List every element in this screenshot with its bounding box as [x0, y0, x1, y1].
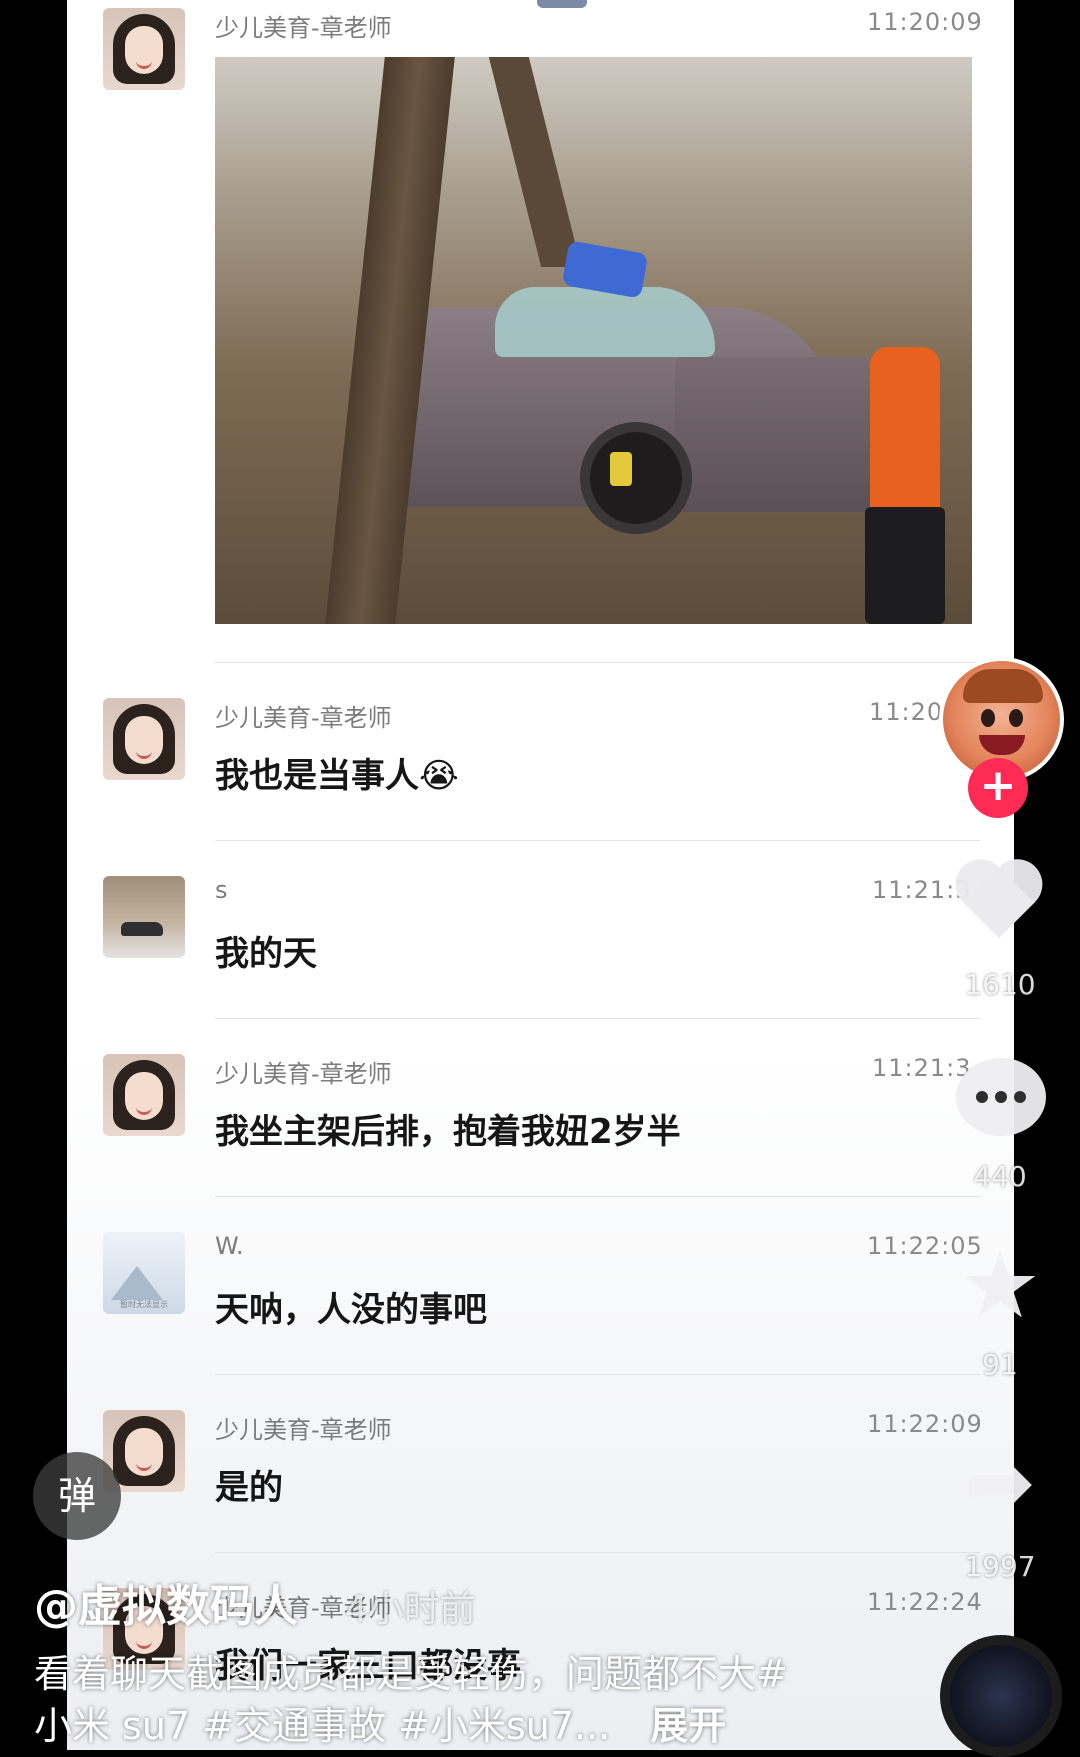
share-count: 1997: [964, 1550, 1036, 1583]
post-time: · 4小时前: [322, 1589, 476, 1630]
comment-count: 440: [973, 1160, 1027, 1193]
favorite-count: 91: [982, 1348, 1018, 1381]
message-time: 11:21:3: [872, 1054, 972, 1082]
sender-name: 少儿美育-章老师: [215, 704, 392, 732]
sender-name: 少儿美育-章老师: [215, 1060, 392, 1088]
message-time: 11:22:24: [867, 1588, 983, 1616]
sender-name: 少儿美育-章老师: [215, 14, 392, 42]
expand-button[interactable]: 展开: [650, 1704, 726, 1748]
avatar: [103, 876, 185, 958]
favorite-star-icon[interactable]: ★: [955, 1240, 1045, 1332]
status-sliver: [537, 0, 587, 8]
avatar: [103, 1054, 185, 1136]
message-text: 我的天: [215, 934, 317, 974]
avatar: [103, 698, 185, 780]
message-text: 我坐主架后排，抱着我妞2岁半: [215, 1112, 681, 1152]
message-text: 我也是当事人😭: [215, 756, 459, 796]
divider: [215, 1552, 980, 1553]
like-count: 1610: [964, 968, 1036, 1001]
avatar: [103, 8, 185, 90]
sender-name: W.: [215, 1232, 244, 1260]
comment-bubble-icon[interactable]: [956, 1058, 1046, 1136]
message-time: 11:20: [869, 698, 944, 726]
sender-name: s: [215, 876, 228, 904]
share-arrow-icon[interactable]: ➦: [955, 1440, 1045, 1526]
video-caption: 看着聊天截图成员都是受轻伤，问题都不大#小米 su7 #交通事故 #小米su7.…: [34, 1648, 794, 1752]
divider: [215, 840, 980, 841]
avatar: 暂时无法显示: [103, 1232, 185, 1314]
divider: [215, 662, 980, 663]
divider: [215, 1018, 980, 1019]
message-text: 天呐，人没的事吧: [215, 1290, 487, 1330]
author-name[interactable]: @虚拟数码人: [34, 1570, 298, 1634]
follow-button[interactable]: +: [968, 758, 1028, 818]
like-heart-icon[interactable]: [955, 858, 1045, 948]
danmu-toggle-button[interactable]: 弹: [33, 1452, 121, 1540]
sender-name: 少儿美育-章老师: [215, 1416, 392, 1444]
message-time: 11:20:09: [867, 8, 983, 36]
message-text: 是的: [215, 1468, 283, 1508]
chat-screenshot: 少儿美育-章老师 11:20:09 少儿美育-章老师 11:20 我也是当事人😭…: [67, 0, 1014, 1750]
divider: [215, 1196, 980, 1197]
divider: [215, 1374, 980, 1375]
crash-photo[interactable]: [215, 57, 972, 624]
music-disc-icon[interactable]: [940, 1635, 1062, 1757]
